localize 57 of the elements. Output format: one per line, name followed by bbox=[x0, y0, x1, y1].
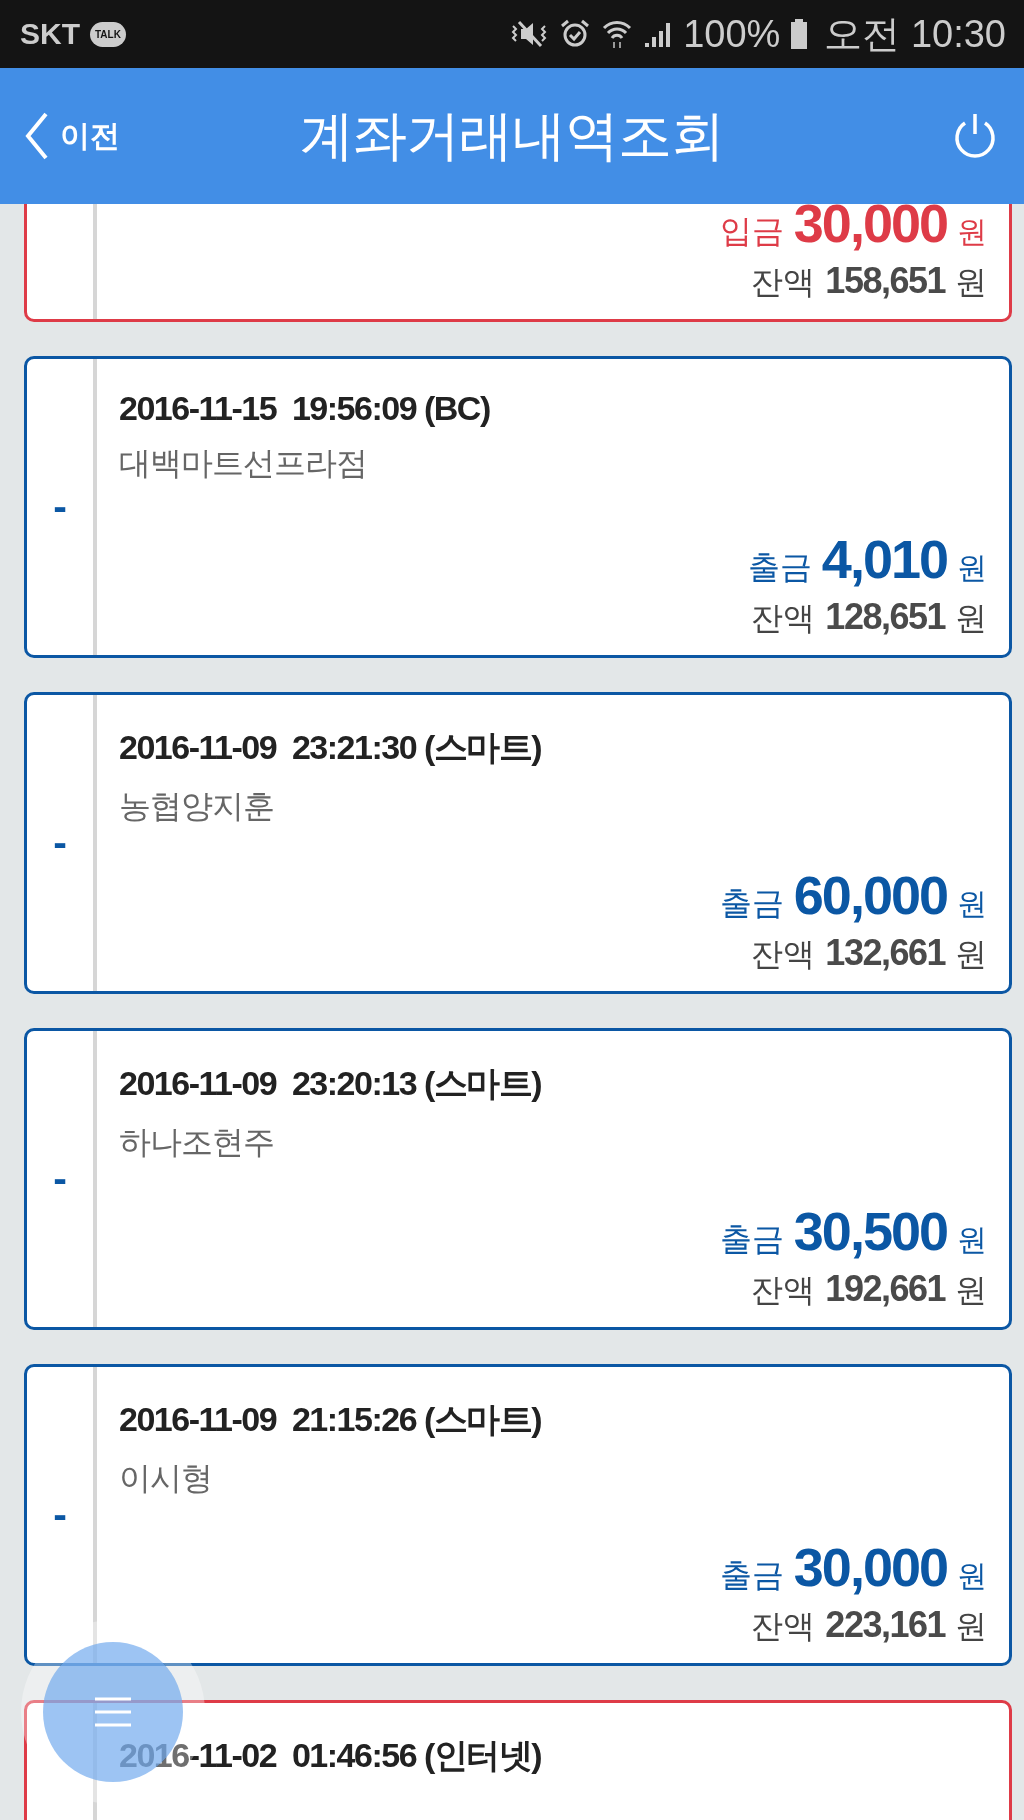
carrier-name: SKT bbox=[20, 17, 80, 51]
amount-unit: 원 bbox=[957, 1557, 987, 1595]
sign: - bbox=[52, 823, 68, 863]
balance-label: 잔액 bbox=[751, 262, 816, 303]
balance-value: 192,661 bbox=[825, 1268, 945, 1310]
transaction-datetime: 2016-11-09 21:15:26 (스마트) bbox=[119, 1399, 542, 1440]
amount-unit: 원 bbox=[957, 549, 987, 587]
balance-unit: 원 bbox=[955, 598, 987, 639]
amount-label: 출금 bbox=[747, 547, 812, 588]
balance-unit: 원 bbox=[955, 1270, 987, 1311]
amount-unit: 원 bbox=[957, 213, 987, 251]
balance-label: 잔액 bbox=[751, 1270, 816, 1311]
menu-icon bbox=[93, 1696, 133, 1728]
balance-unit: 원 bbox=[955, 1606, 987, 1647]
sign: - bbox=[52, 1495, 68, 1535]
balance-unit: 원 bbox=[955, 262, 987, 303]
balance-label: 잔액 bbox=[751, 1606, 816, 1647]
transaction-datetime: 2016-11-09 23:20:13 (스마트) bbox=[119, 1063, 542, 1104]
transaction-card[interactable]: - 2016-11-09 23:20:13 (스마트) 하나조현주 출금 30,500 원 잔액 192,661 원 bbox=[24, 1028, 1012, 1330]
clock: 오전 10:30 bbox=[824, 11, 1006, 57]
wifi-icon bbox=[601, 18, 634, 50]
amount-label: 입금 bbox=[719, 211, 784, 252]
amount-value: 30,500 bbox=[793, 1200, 947, 1262]
transaction-datetime: 2016-11-02 01:46:56 (인터넷) bbox=[119, 1735, 542, 1776]
transaction-description: 대백마트선프라점 bbox=[119, 443, 367, 484]
balance-value: 158,651 bbox=[825, 260, 945, 302]
transaction-card[interactable]: 2016-11-02 01:46:56 (인터넷) bbox=[24, 1700, 1012, 1820]
battery-percent: 100% bbox=[683, 12, 781, 56]
sign: - bbox=[52, 1159, 68, 1199]
balance-label: 잔액 bbox=[751, 598, 816, 639]
transaction-description: 이시형 bbox=[119, 1458, 212, 1499]
transaction-card[interactable]: - 2016-11-09 21:15:26 (스마트) 이시형 출금 30,000 원 잔액 223,161 원 bbox=[24, 1364, 1012, 1666]
transaction-datetime: 2016-11-15 19:56:09 (BC) bbox=[119, 389, 490, 428]
balance-value: 132,661 bbox=[825, 932, 945, 974]
chat-notification-icon: TALK bbox=[90, 21, 126, 47]
page-title: 계좌거래내역조회 bbox=[300, 102, 724, 169]
amount-label: 출금 bbox=[719, 1555, 784, 1596]
transaction-datetime: 2016-11-09 23:21:30 (스마트) bbox=[119, 727, 542, 768]
amount-label: 출금 bbox=[719, 883, 784, 924]
battery-icon bbox=[790, 18, 809, 50]
amount-value: 30,000 bbox=[793, 192, 947, 254]
transaction-description: 농협양지훈 bbox=[119, 786, 274, 827]
sign: - bbox=[52, 487, 68, 527]
amount-value: 60,000 bbox=[793, 864, 947, 926]
amount-label: 출금 bbox=[719, 1219, 784, 1260]
amount-unit: 원 bbox=[957, 1221, 987, 1259]
balance-value: 128,651 bbox=[825, 596, 945, 638]
transaction-description: 하나조현주 bbox=[119, 1122, 274, 1163]
chevron-left-icon bbox=[24, 111, 50, 161]
balance-unit: 원 bbox=[955, 934, 987, 975]
transaction-card[interactable]: - 2016-11-09 23:21:30 (스마트) 농협양지훈 출금 60,000 원 잔액 132,661 원 bbox=[24, 692, 1012, 994]
balance-label: 잔액 bbox=[751, 934, 816, 975]
transaction-card[interactable]: - 2016-11-15 19:56:09 (BC) 대백마트선프라점 출금 4,010 원 잔액 128,651 원 bbox=[24, 356, 1012, 658]
amount-value: 30,000 bbox=[793, 1536, 947, 1598]
amount-value: 4,010 bbox=[821, 528, 947, 590]
balance-value: 223,161 bbox=[825, 1604, 945, 1646]
amount-unit: 원 bbox=[957, 885, 987, 923]
